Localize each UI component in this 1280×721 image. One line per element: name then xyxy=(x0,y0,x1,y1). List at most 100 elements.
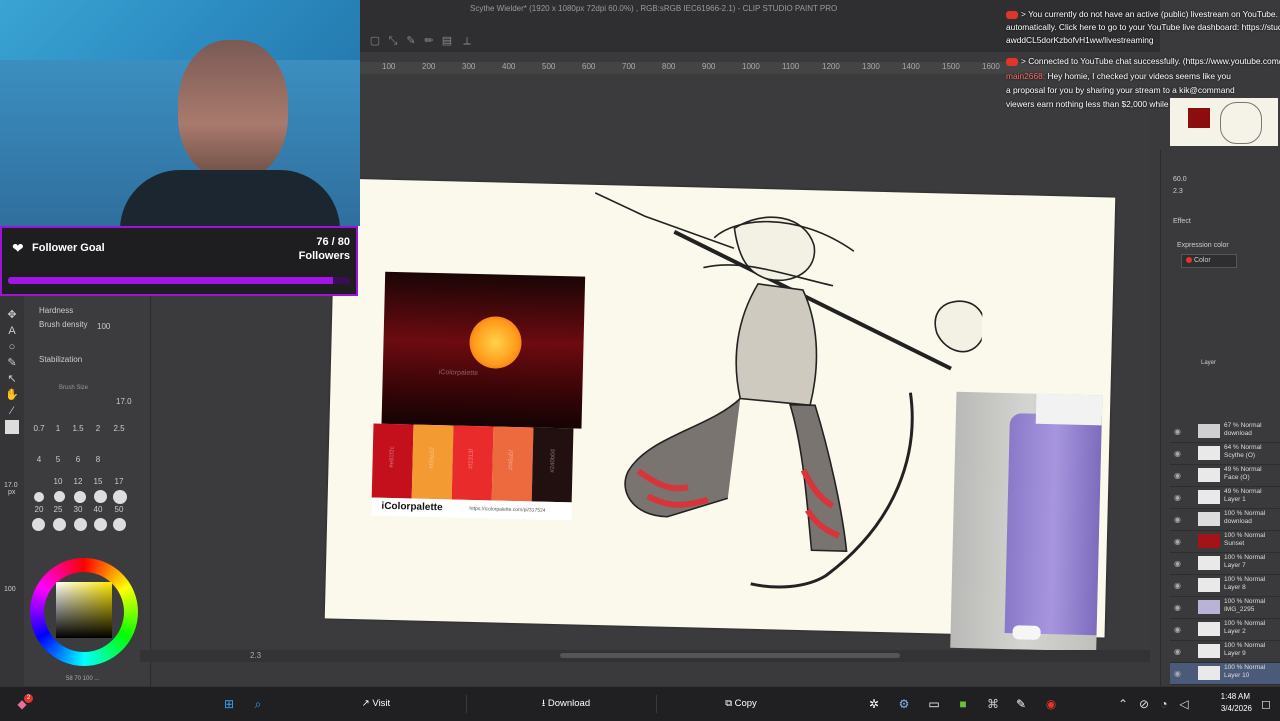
save-icon[interactable]: ▤ xyxy=(440,34,454,48)
brush-size-preset[interactable]: 1.5 xyxy=(69,424,87,433)
brush-size-preset[interactable]: 2.5 xyxy=(110,424,128,433)
network-icon[interactable]: ⊘ xyxy=(1136,696,1152,712)
brush-dot[interactable] xyxy=(113,518,126,531)
folder-app-icon[interactable]: ▭ xyxy=(926,696,942,712)
minecraft-icon[interactable]: ■ xyxy=(955,696,971,712)
layer-row[interactable]: ◉ 100 % Normal Layer 8 xyxy=(1170,575,1280,597)
layer-row[interactable]: ◉ 100 % Normal Layer 2 xyxy=(1170,619,1280,641)
zoom-readout[interactable]: 60.0 xyxy=(1173,176,1187,183)
brush-size-preset[interactable]: 1 xyxy=(49,424,67,433)
horizontal-scrollbar[interactable] xyxy=(560,653,900,658)
brush-dot[interactable] xyxy=(32,518,45,531)
layer-row[interactable]: ◉ 100 % Normal download xyxy=(1170,509,1280,531)
visit-button[interactable]: ↗ Visit xyxy=(286,695,467,713)
eye-icon[interactable]: ◉ xyxy=(1174,537,1181,546)
brush-size-preset[interactable]: 12 xyxy=(69,477,87,486)
select-tool-icon[interactable]: ▢ xyxy=(368,34,382,48)
layer-row[interactable]: ◉ 100 % Normal Layer 7 xyxy=(1170,553,1280,575)
pen-tool-icon[interactable]: ✎ xyxy=(5,356,19,370)
wifi-icon[interactable]: ◔ xyxy=(1156,696,1172,712)
move-icon[interactable]: ✥ xyxy=(5,308,19,322)
chevron-up-icon[interactable]: ⌃ xyxy=(1115,696,1131,712)
layer-row[interactable]: ◉ 100 % Normal Sunset xyxy=(1170,531,1280,553)
pen-icon[interactable]: ✎ xyxy=(404,34,418,48)
brush-dot[interactable] xyxy=(54,491,65,502)
brush-size-preset[interactable]: 30 xyxy=(69,505,87,514)
eye-icon[interactable]: ◉ xyxy=(1174,471,1181,480)
drawing-canvas[interactable]: iColorpalette #e81f2c #f39a32 #f2313f #f… xyxy=(324,178,1116,652)
brush-size-preset[interactable]: 40 xyxy=(89,505,107,514)
layer-row[interactable]: ◉ 49 % Normal Face (O) xyxy=(1170,465,1280,487)
eye-icon[interactable]: ◉ xyxy=(1174,559,1181,568)
notification-bell-icon[interactable]: ◻ xyxy=(1258,696,1274,712)
brush-dot[interactable] xyxy=(94,490,107,503)
transform-icon[interactable]: ⤡ xyxy=(386,34,400,48)
download-button[interactable]: ⭳ Download xyxy=(476,695,657,713)
layer-thumbnail xyxy=(1198,424,1220,438)
brush-size-preset[interactable]: 4 xyxy=(30,455,48,464)
eye-icon[interactable]: ◉ xyxy=(1174,493,1181,502)
eye-icon[interactable]: ◉ xyxy=(1174,427,1181,436)
text-tool-icon[interactable]: A xyxy=(5,324,19,338)
layer-row[interactable]: ◉ 100 % Normal Layer 9 xyxy=(1170,641,1280,663)
brush-size-preset[interactable]: 15 xyxy=(89,477,107,486)
brush-size-preset[interactable]: 25 xyxy=(49,505,67,514)
brush-dot[interactable] xyxy=(53,518,66,531)
color-wheel[interactable] xyxy=(30,558,138,666)
layer-opacity: 100 % Normal xyxy=(1224,620,1266,627)
brush-size-preset[interactable]: 10 xyxy=(49,477,67,486)
eye-icon[interactable]: ◉ xyxy=(1174,603,1181,612)
brush-size-value[interactable]: 17.0 xyxy=(116,397,132,406)
arrow-tool-icon[interactable]: ↖ xyxy=(5,372,19,386)
expression-color-select[interactable]: Color xyxy=(1181,254,1237,268)
eye-icon[interactable]: ◉ xyxy=(1174,647,1181,656)
brush-size-preset[interactable]: 6 xyxy=(69,455,87,464)
layer-row[interactable]: ◉ 100 % Normal IMG_2295 xyxy=(1170,597,1280,619)
volume-icon[interactable]: ◁ xyxy=(1176,696,1192,712)
brush-dot[interactable] xyxy=(34,492,44,502)
saturation-square[interactable] xyxy=(56,582,112,638)
navigator-thumbnail[interactable] xyxy=(1170,98,1278,146)
eye-icon[interactable]: ◉ xyxy=(1174,581,1181,590)
clock-time[interactable]: 1:48 AM xyxy=(1221,692,1250,701)
hand-tool-icon[interactable]: ✋ xyxy=(5,388,19,402)
eye-icon[interactable]: ◉ xyxy=(1174,515,1181,524)
ruler-icon[interactable]: ⟂ xyxy=(460,34,474,48)
obs-icon[interactable]: ◉ xyxy=(1043,696,1059,712)
angle-readout[interactable]: 2.3 xyxy=(1173,188,1183,195)
search-icon[interactable]: ⌕ xyxy=(250,696,266,712)
brush-size-preset[interactable]: 17 xyxy=(110,477,128,486)
brush-size-preset[interactable]: 5 xyxy=(49,455,67,464)
sparkle-app-icon[interactable]: ✲ xyxy=(866,696,882,712)
eye-icon[interactable]: ◉ xyxy=(1174,625,1181,634)
eye-icon[interactable]: ◉ xyxy=(1174,449,1181,458)
brush-dot[interactable] xyxy=(94,518,107,531)
rotation-readout[interactable]: 2.3 xyxy=(250,651,261,660)
brush-size-preset[interactable]: 50 xyxy=(110,505,128,514)
color-swatch-icon[interactable] xyxy=(5,420,19,434)
lasso-icon[interactable]: ○ xyxy=(5,340,19,354)
brush-density-value[interactable]: 100 xyxy=(97,322,110,331)
layer-row-selected[interactable]: ◉ 100 % Normal Layer 10 xyxy=(1170,663,1280,685)
layer-row[interactable]: ◉ 64 % Normal Scythe (O) xyxy=(1170,443,1280,465)
eyedropper-icon[interactable]: ⁄ xyxy=(5,404,19,418)
clock-date[interactable]: 3/4/2026 xyxy=(1221,704,1252,713)
pencil-icon[interactable]: ✏ xyxy=(422,34,436,48)
layer-row[interactable]: ◉ 49 % Normal Layer 1 xyxy=(1170,487,1280,509)
brush-dot[interactable] xyxy=(113,490,127,504)
settings-app-icon[interactable]: ⚙ xyxy=(896,696,912,712)
brush-size-preset[interactable]: 0.7 xyxy=(30,424,48,433)
brush-size-preset[interactable]: 8 xyxy=(89,455,107,464)
brush-size-preset[interactable]: 2 xyxy=(89,424,107,433)
brush-size-preset[interactable]: 20 xyxy=(30,505,48,514)
clip-studio-icon[interactable]: ✎ xyxy=(1013,696,1029,712)
palette-watermark: iColorpalette xyxy=(438,369,479,378)
brush-dot[interactable] xyxy=(74,518,87,531)
windows-start-icon[interactable]: ⊞ xyxy=(221,696,237,712)
bottom-size-presets[interactable]: 58 70 100 ... xyxy=(66,676,99,682)
eye-icon[interactable]: ◉ xyxy=(1174,669,1181,678)
brush-dot[interactable] xyxy=(74,491,86,503)
gamepad-icon[interactable]: ⌘ xyxy=(985,696,1001,712)
copy-button[interactable]: ⧉ Copy xyxy=(666,695,816,713)
layer-row[interactable]: ◉ 67 % Normal download xyxy=(1170,421,1280,443)
